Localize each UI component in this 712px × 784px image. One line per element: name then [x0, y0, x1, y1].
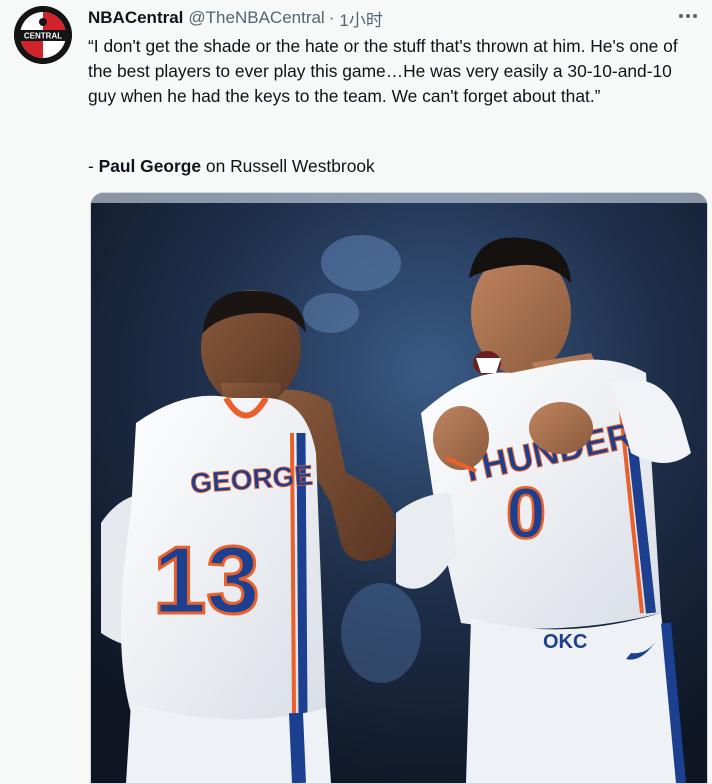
- attribution-prefix: -: [88, 156, 99, 176]
- nba-central-logo-icon: CENTRAL: [14, 6, 72, 64]
- attribution-suffix: on Russell Westbrook: [201, 156, 375, 176]
- players-photo: GEORGE 13 THUNDER 0 OKC: [91, 193, 707, 783]
- dot: [679, 14, 683, 18]
- attribution-name: Paul George: [98, 156, 202, 176]
- avatar-text: CENTRAL: [24, 32, 62, 41]
- left-jersey-number: 13: [153, 527, 260, 634]
- author-name[interactable]: NBACentral: [88, 8, 183, 28]
- avatar[interactable]: CENTRAL: [14, 6, 72, 64]
- tweet-header: NBACentral @TheNBACentral · 1小时: [88, 6, 383, 30]
- dot: [686, 14, 690, 18]
- right-jersey-number: 0: [506, 474, 546, 554]
- author-handle[interactable]: @TheNBACentral: [188, 8, 324, 28]
- separator: ·: [328, 8, 335, 27]
- right-shorts-text: OKC: [543, 631, 587, 653]
- tweet[interactable]: CENTRAL NBACentral @TheNBACentral · 1小时 …: [0, 0, 712, 784]
- timestamp[interactable]: 1小时: [339, 6, 382, 31]
- quote-text: “I don't get the shade or the hate or th…: [88, 36, 678, 106]
- dot: [693, 14, 697, 18]
- tweet-photo[interactable]: GEORGE 13 THUNDER 0 OKC: [90, 192, 708, 784]
- tweet-text: “I don't get the shade or the hate or th…: [88, 34, 700, 109]
- quote-attribution: - Paul George on Russell Westbrook: [88, 154, 375, 179]
- more-options-icon[interactable]: [674, 6, 702, 26]
